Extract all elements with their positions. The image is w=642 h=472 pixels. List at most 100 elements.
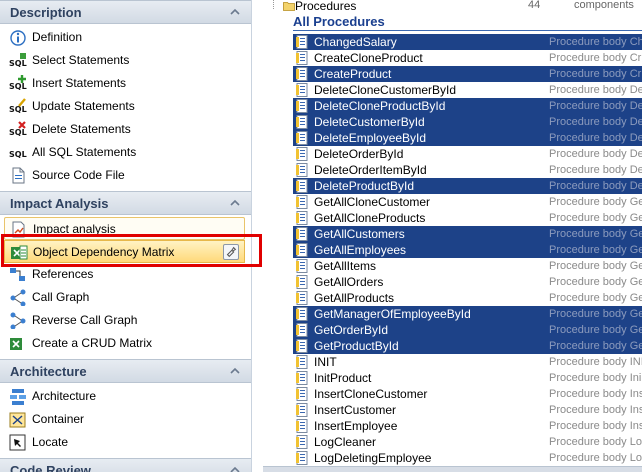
table-row[interactable]: DeleteOrderItemById Procedure body De: [293, 162, 642, 178]
nav-item-label: Locate: [32, 435, 69, 449]
table-row[interactable]: ChangedSalary Procedure body Ch: [293, 34, 642, 50]
nav-item-object-dependency-matrix[interactable]: Object Dependency Matrix: [4, 240, 245, 263]
table-row[interactable]: LogCleaner Procedure body Lo: [293, 434, 642, 450]
nav-item-impact-analysis[interactable]: Impact analysis: [4, 217, 245, 240]
folder-icon: [283, 2, 295, 11]
table-row[interactable]: GetAllEmployees Procedure body Ge: [293, 242, 642, 258]
procedure-icon: [296, 67, 308, 81]
procedure-name: GetAllEmployees: [314, 243, 407, 257]
nav-item-definition[interactable]: Definition: [0, 26, 251, 49]
pin-glyph-icon: [226, 246, 237, 258]
section-header-architecture[interactable]: Architecture: [0, 359, 251, 383]
procedure-description: Procedure body De: [549, 116, 642, 128]
procedure-description: Procedure body Ge: [549, 244, 642, 256]
table-row[interactable]: GetAllCloneProducts Procedure body Ge: [293, 210, 642, 226]
chevron-up-icon[interactable]: [227, 195, 243, 211]
procedure-name: InsertCustomer: [314, 403, 397, 417]
table-row[interactable]: InitProduct Procedure body Ini: [293, 370, 642, 386]
nav-item-architecture[interactable]: Architecture: [0, 385, 251, 408]
section-title: Description: [10, 5, 82, 20]
table-row[interactable]: DeleteEmployeeById Procedure body De: [293, 130, 642, 146]
table-row[interactable]: DeleteProductById Procedure body De: [293, 178, 642, 194]
procedure-name: DeleteProductById: [314, 179, 415, 193]
section-header-description[interactable]: Description: [0, 0, 251, 24]
procedure-description: Procedure body INI: [549, 356, 642, 368]
table-row[interactable]: DeleteCloneCustomerById Procedure body De: [293, 82, 642, 98]
table-row[interactable]: DeleteOrderById Procedure body De: [293, 146, 642, 162]
nav-item-container[interactable]: Container: [0, 408, 251, 431]
section-items: Impact analysis Object Dependency Matrix R…: [0, 215, 251, 359]
table-row[interactable]: GetProductById Procedure body Ge: [293, 338, 642, 354]
procedure-icon: [296, 323, 308, 337]
procedure-name: GetOrderById: [314, 323, 389, 337]
table-row[interactable]: CreateProduct Procedure body Cr: [293, 66, 642, 82]
nav-item-delete-statements[interactable]: SQL Delete Statements: [0, 118, 251, 141]
procedures-count-label: components: [574, 0, 634, 11]
procedure-icon: [296, 275, 308, 289]
nav-item-insert-statements[interactable]: SQL Insert Statements: [0, 72, 251, 95]
procedure-name: GetAllProducts: [314, 291, 395, 305]
procedure-name: DeleteEmployeeById: [314, 131, 427, 145]
procedure-description: Procedure body Lo: [549, 436, 642, 448]
table-row[interactable]: GetAllOrders Procedure body Ge: [293, 274, 642, 290]
sql-icon: SQL: [9, 150, 27, 159]
table-row[interactable]: DeleteCustomerById Procedure body De: [293, 114, 642, 130]
nav-item-call-graph[interactable]: Call Graph: [0, 286, 251, 309]
table-row[interactable]: LogDeletingEmployee Procedure body Lo: [293, 450, 642, 466]
procedure-name: DeleteOrderItemById: [314, 163, 427, 177]
procedure-description: Procedure body Ge: [549, 212, 642, 224]
procedure-icon: [296, 339, 308, 353]
table-row[interactable]: CreateCloneProduct Procedure body Cr: [293, 50, 642, 66]
chevron-up-icon[interactable]: [227, 462, 243, 472]
table-row[interactable]: GetManagerOfEmployeeById Procedure body G…: [293, 306, 642, 322]
horizontal-scrollbar[interactable]: [263, 466, 642, 472]
procedure-list: ChangedSalary Procedure body Ch CreateClon…: [293, 34, 642, 466]
procedure-icon: [296, 371, 308, 385]
table-row[interactable]: INIT Procedure body INI: [293, 354, 642, 370]
nav-item-create-a-crud-matrix[interactable]: Create a CRUD Matrix: [0, 332, 251, 355]
procedures-node[interactable]: Procedures 44 components: [263, 0, 642, 14]
sql-insert-icon: SQL: [9, 75, 27, 91]
procedure-name: CreateProduct: [314, 67, 392, 81]
svg-text:SQL: SQL: [9, 59, 27, 68]
procedure-name: InitProduct: [314, 371, 372, 385]
procedure-icon: [296, 387, 308, 401]
nav-item-reverse-call-graph[interactable]: Reverse Call Graph: [0, 309, 251, 332]
table-row[interactable]: InsertCloneCustomer Procedure body Ins: [293, 386, 642, 402]
nav-item-all-sql-statements[interactable]: SQL All SQL Statements: [0, 141, 251, 164]
nav-item-select-statements[interactable]: SQL Select Statements: [0, 49, 251, 72]
section-header-impact-analysis[interactable]: Impact Analysis: [0, 191, 251, 215]
table-row[interactable]: DeleteCloneProductById Procedure body De: [293, 98, 642, 114]
nav-item-label: Update Statements: [32, 99, 135, 113]
procedure-name: GetAllOrders: [314, 275, 384, 289]
chevron-up-icon[interactable]: [227, 4, 243, 20]
info-icon: [10, 30, 26, 46]
table-row[interactable]: GetAllCloneCustomer Procedure body Ge: [293, 194, 642, 210]
procedure-description: Procedure body De: [549, 148, 642, 160]
table-row[interactable]: GetAllItems Procedure body Ge: [293, 258, 642, 274]
nav-item-label: All SQL Statements: [32, 145, 137, 159]
procedure-name: ChangedSalary: [314, 35, 397, 49]
section-header-code-review[interactable]: Code Review: [0, 458, 251, 472]
nav-item-references[interactable]: References: [0, 263, 251, 286]
sql-select-icon: SQL: [9, 53, 27, 68]
procedure-name: DeleteCloneCustomerById: [314, 83, 457, 97]
section-title: Impact Analysis: [10, 196, 109, 211]
table-row[interactable]: InsertCustomer Procedure body Ins: [293, 402, 642, 418]
table-row[interactable]: GetAllCustomers Procedure body Ge: [293, 226, 642, 242]
procedure-name: INIT: [314, 355, 337, 369]
nav-item-label: Architecture: [32, 389, 97, 403]
procedure-name: DeleteOrderById: [314, 147, 404, 161]
nav-item-locate[interactable]: Locate: [0, 431, 251, 454]
references-icon: [10, 268, 25, 281]
table-row[interactable]: GetOrderById Procedure body Ge: [293, 322, 642, 338]
table-row[interactable]: GetAllProducts Procedure body Ge: [293, 290, 642, 306]
procedure-icon: [296, 227, 308, 241]
nav-item-source-code-file[interactable]: Source Code File: [0, 164, 251, 187]
table-row[interactable]: InsertEmployee Procedure body Ins: [293, 418, 642, 434]
procedure-name: DeleteCloneProductById: [314, 99, 446, 113]
chevron-up-icon[interactable]: [227, 363, 243, 379]
nav-item-update-statements[interactable]: SQL Update Statements: [0, 95, 251, 118]
pin-icon[interactable]: [223, 244, 239, 260]
nav-item-label: Create a CRUD Matrix: [32, 336, 153, 350]
